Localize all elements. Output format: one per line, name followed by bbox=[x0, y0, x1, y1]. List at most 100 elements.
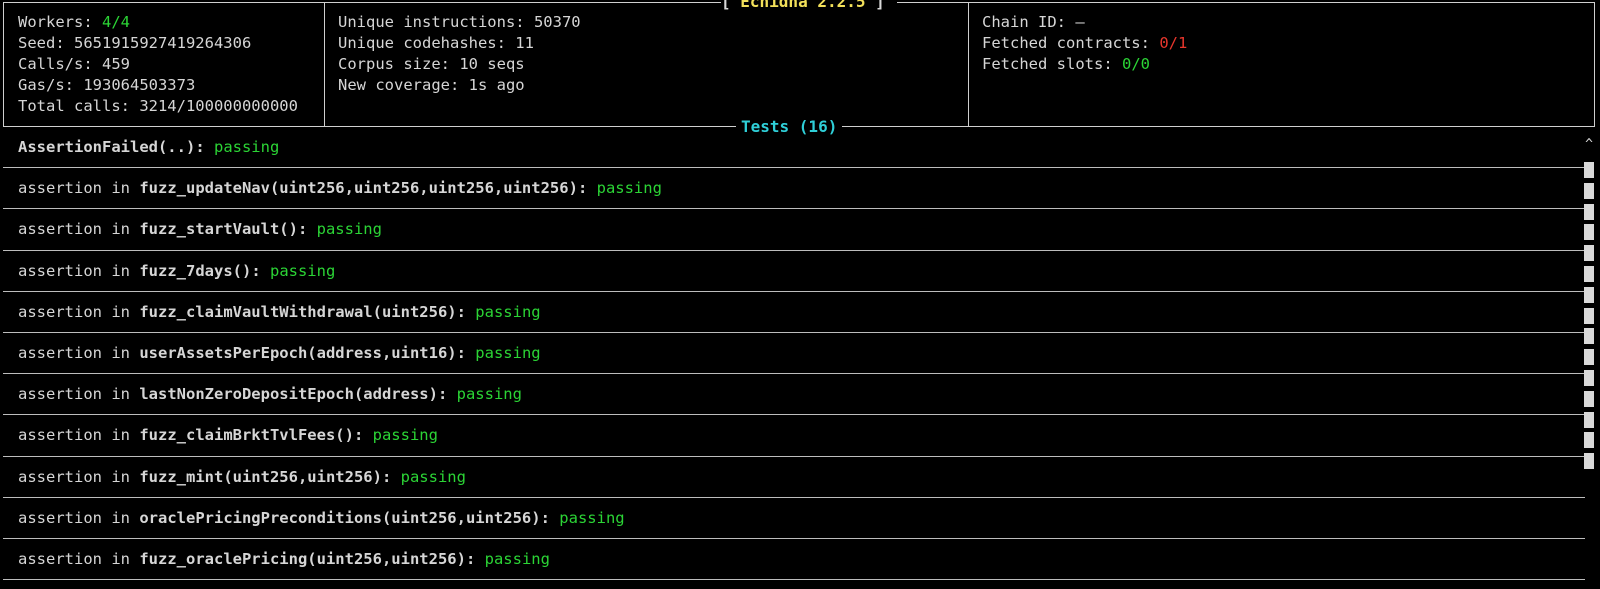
workers-line: Workers: 4/4 bbox=[18, 12, 298, 33]
test-separator: : bbox=[437, 385, 457, 404]
test-status: passing bbox=[596, 179, 662, 198]
test-separator: : bbox=[381, 467, 401, 486]
coverage-stats-column: Unique instructions: 50370 Unique codeha… bbox=[324, 3, 969, 126]
scrollbar-segment[interactable] bbox=[1584, 307, 1594, 324]
scrollbar-segment[interactable] bbox=[1584, 245, 1594, 262]
scrollbar-segment[interactable] bbox=[1584, 182, 1594, 199]
test-row-text: assertion in fuzz_claimBrktTvlFees(): pa… bbox=[18, 425, 438, 445]
test-row[interactable]: assertion in fuzz_claimVaultWithdrawal(u… bbox=[3, 292, 1585, 333]
test-row-text: assertion in fuzz_oraclePricing(uint256,… bbox=[18, 549, 550, 569]
calls-per-sec-line: Calls/s: 459 bbox=[18, 55, 130, 73]
test-status: passing bbox=[484, 549, 550, 568]
test-row[interactable]: assertion in lastNonZeroDepositEpoch(add… bbox=[3, 374, 1585, 416]
scrollbar-segment[interactable] bbox=[1584, 432, 1594, 449]
test-prefix: assertion in bbox=[18, 261, 140, 280]
test-name: fuzz_startVault() bbox=[139, 220, 298, 239]
chain-stats-column: Chain ID: — Fetched contracts: 0/1 Fetch… bbox=[968, 3, 1594, 126]
test-name: AssertionFailed(..) bbox=[18, 138, 196, 156]
test-status: passing bbox=[316, 220, 382, 239]
app-title-text: Echidna 2.2.5 bbox=[740, 0, 866, 11]
scrollbar-segment[interactable] bbox=[1584, 411, 1594, 428]
scrollbar-segment[interactable] bbox=[1584, 162, 1594, 178]
test-separator: : bbox=[297, 220, 317, 239]
test-name: oraclePricingPreconditions(uint256,uint2… bbox=[139, 508, 541, 527]
test-prefix: assertion in bbox=[18, 426, 140, 445]
scrollbar-segment[interactable] bbox=[1584, 224, 1594, 241]
test-status: passing bbox=[213, 138, 280, 156]
corpus-size-line: Corpus size: 10 seqs bbox=[338, 55, 525, 73]
test-name: fuzz_updateNav(uint256,uint256,uint256,u… bbox=[139, 179, 578, 198]
total-calls-line: Total calls: 3214/100000000000 bbox=[18, 97, 298, 115]
scrollbar-segment[interactable] bbox=[1584, 453, 1594, 470]
test-status: passing bbox=[559, 508, 625, 527]
test-separator: : bbox=[195, 138, 214, 156]
test-row[interactable]: assertion in fuzz_claimBrktTvlFees(): pa… bbox=[3, 415, 1585, 457]
status-panel: Workers: 4/4 Seed: 5651915927419264306 C… bbox=[3, 0, 1595, 127]
fetched-contracts-label: Fetched contracts: bbox=[982, 34, 1160, 52]
fetched-slots-label: Fetched slots: bbox=[982, 55, 1122, 73]
test-status: passing bbox=[475, 343, 541, 362]
scrollbar-segment[interactable] bbox=[1584, 349, 1594, 366]
test-separator: : bbox=[540, 508, 560, 527]
test-prefix: assertion in bbox=[18, 467, 140, 486]
test-row[interactable]: assertion in fuzz_oraclePricing(uint256,… bbox=[3, 539, 1585, 581]
test-row-text: assertion in fuzz_claimVaultWithdrawal(u… bbox=[18, 302, 541, 322]
test-prefix: assertion in bbox=[18, 508, 140, 527]
workers-label: Workers: bbox=[18, 13, 102, 31]
test-row[interactable]: AssertionFailed(..): passing bbox=[3, 127, 1585, 169]
test-separator: : bbox=[465, 549, 485, 568]
test-name: fuzz_oraclePricing(uint256,uint256) bbox=[139, 549, 466, 568]
test-prefix: assertion in bbox=[18, 220, 140, 239]
test-row[interactable]: assertion in userAssetsPerEpoch(address,… bbox=[3, 333, 1585, 375]
test-prefix: assertion in bbox=[18, 549, 140, 568]
test-separator: : bbox=[251, 261, 270, 280]
test-separator: : bbox=[456, 343, 476, 362]
tests-list[interactable]: AssertionFailed(..): passing assertion in… bbox=[3, 127, 1585, 581]
fetched-contracts-value: 0/1 bbox=[1159, 34, 1188, 52]
unique-instructions-line: Unique instructions: 50370 bbox=[338, 13, 581, 31]
test-row[interactable]: assertion in fuzz_mint(uint256,uint256):… bbox=[3, 457, 1585, 498]
scrollbar-segment[interactable] bbox=[1584, 390, 1594, 407]
test-row-text: assertion in oraclePricingPreconditions(… bbox=[18, 508, 625, 528]
scrollbar-segment[interactable] bbox=[1584, 203, 1594, 220]
fetched-slots-value: 0/0 bbox=[1121, 55, 1150, 73]
scrollbar-segment[interactable] bbox=[1584, 286, 1594, 303]
test-row-text: assertion in userAssetsPerEpoch(address,… bbox=[18, 343, 541, 363]
test-separator: : bbox=[353, 426, 373, 445]
test-prefix: assertion in bbox=[18, 385, 140, 404]
test-row-text: assertion in fuzz_updateNav(uint256,uint… bbox=[18, 178, 662, 198]
test-row[interactable]: assertion in fuzz_7days(): passing bbox=[3, 251, 1585, 292]
worker-stats-column: Workers: 4/4 Seed: 5651915927419264306 C… bbox=[4, 3, 325, 126]
test-row-text: assertion in lastNonZeroDepositEpoch(add… bbox=[18, 384, 522, 404]
test-prefix: assertion in bbox=[18, 179, 140, 198]
test-row-text: assertion in fuzz_mint(uint256,uint256):… bbox=[18, 467, 466, 487]
test-name: fuzz_claimVaultWithdrawal(uint256) bbox=[139, 302, 457, 321]
app-title: [ Echidna 2.2.5 ] bbox=[721, 0, 897, 11]
seed-line: Seed: 5651915927419264306 bbox=[18, 34, 252, 52]
test-status: passing bbox=[372, 426, 438, 445]
test-name: fuzz_mint(uint256,uint256) bbox=[139, 467, 382, 486]
test-row-text: AssertionFailed(..): passing bbox=[18, 137, 279, 157]
unique-codehashes-line: Unique codehashes: 11 bbox=[338, 34, 534, 52]
test-name: fuzz_7days() bbox=[139, 261, 252, 280]
test-prefix: assertion in bbox=[18, 302, 140, 321]
test-separator: : bbox=[456, 302, 476, 321]
chain-id-line: Chain ID: — bbox=[982, 13, 1085, 31]
test-separator: : bbox=[577, 179, 597, 198]
test-row-text: assertion in fuzz_startVault(): passing bbox=[18, 219, 382, 239]
scrollbar-segment[interactable] bbox=[1584, 369, 1594, 386]
test-name: lastNonZeroDepositEpoch(address) bbox=[139, 385, 438, 404]
scrollbar-segment[interactable] bbox=[1584, 265, 1594, 282]
test-row[interactable]: assertion in fuzz_startVault(): passing bbox=[3, 209, 1585, 251]
scrollbar-segment[interactable] bbox=[1584, 328, 1594, 345]
test-status: passing bbox=[456, 385, 522, 404]
workers-value: 4/4 bbox=[102, 13, 130, 31]
fetched-contracts-line: Fetched contracts: 0/1 bbox=[982, 33, 1187, 54]
fetched-slots-line: Fetched slots: 0/0 bbox=[982, 54, 1187, 75]
test-row[interactable]: assertion in fuzz_updateNav(uint256,uint… bbox=[3, 168, 1585, 210]
scrollbar[interactable] bbox=[1583, 162, 1595, 470]
test-status: passing bbox=[269, 261, 336, 280]
test-status: passing bbox=[475, 302, 541, 321]
caret-up-icon[interactable]: ^ bbox=[1583, 138, 1595, 152]
test-row[interactable]: assertion in oraclePricingPreconditions(… bbox=[3, 498, 1585, 539]
